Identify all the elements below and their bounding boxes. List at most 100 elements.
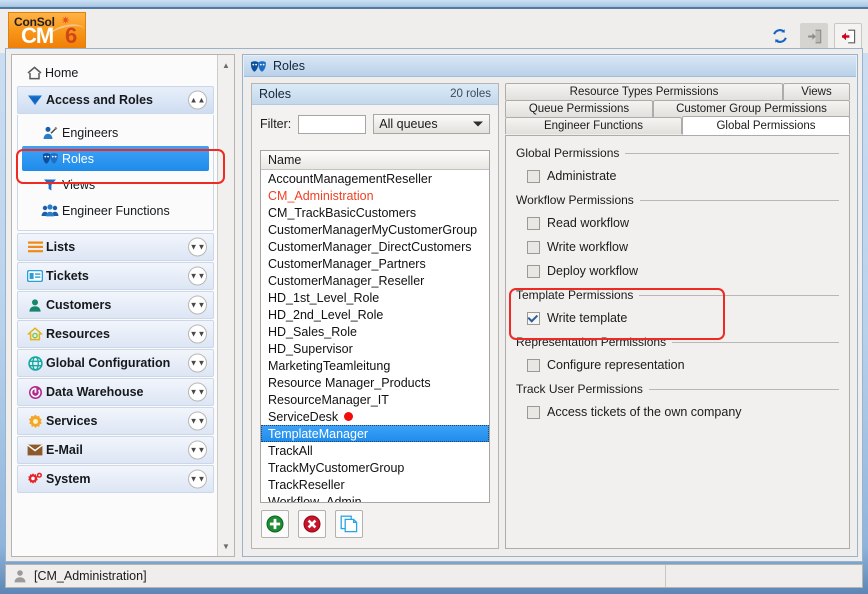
permission-checkbox-row[interactable]: Read workflow [527,216,839,230]
expand-icon[interactable]: ▼▼ [188,440,207,460]
queue-select-value: All queues [379,117,438,131]
permission-checkbox-row[interactable]: Deploy workflow [527,264,839,278]
role-name: ResourceManager_IT [268,392,389,407]
table-row[interactable]: ServiceDesk [261,408,489,425]
table-row[interactable]: CM_TrackBasicCustomers [261,204,489,221]
expand-icon[interactable]: ▼▼ [188,469,207,489]
table-row[interactable]: CustomerManager_DirectCustomers [261,238,489,255]
table-row[interactable]: AccountManagementReseller [261,170,489,187]
permission-group-title: Track User Permissions [516,382,643,396]
table-row[interactable]: Workflow_Admin [261,493,489,503]
sidebar-item-engineers[interactable]: Engineers [22,120,209,145]
tab-resource-types-permissions[interactable]: Resource Types Permissions [505,83,783,100]
checkbox[interactable] [527,264,540,278]
expand-icon[interactable]: ▼▼ [188,382,207,402]
expand-icon[interactable]: ▼▼ [188,237,207,257]
expand-icon[interactable]: ▼▼ [188,324,207,344]
permission-label: Deploy workflow [547,264,639,278]
divider [672,341,839,343]
delete-role-button[interactable] [298,510,326,538]
sidebar-group-tickets[interactable]: Tickets ▼▼ [17,262,214,290]
status-bar: [CM_Administration] [5,564,863,588]
status-bar-empty-segment [666,565,862,587]
enter-button [800,23,828,49]
refresh-icon [771,27,789,45]
tab-customer-group-permissions[interactable]: Customer Group Permissions [653,100,850,117]
table-row[interactable]: ResourceManager_IT [261,391,489,408]
tab-engineer-functions[interactable]: Engineer Functions [505,117,682,134]
sidebar-group-email[interactable]: E-Mail ▼▼ [17,436,214,464]
table-row[interactable]: TrackMyCustomerGroup [261,459,489,476]
tab-label: Views [801,86,832,98]
logout-button[interactable] [834,23,862,49]
table-row[interactable]: CustomerManagerMyCustomerGroup [261,221,489,238]
permission-checkbox-row[interactable]: Write template [527,311,839,325]
table-row[interactable]: MarketingTeamleitung [261,357,489,374]
checkbox[interactable] [527,311,540,325]
permission-checkbox-row[interactable]: Write workflow [527,240,839,254]
sidebar-item-engineer-functions[interactable]: Engineer Functions [22,198,209,223]
filter-input[interactable] [298,114,367,134]
tickets-icon [24,270,46,282]
checkbox[interactable] [527,216,540,230]
permission-sections-container: Global Permissions Administrate Workflow P… [516,146,839,419]
sidebar-group-services[interactable]: Services ▼▼ [17,407,214,435]
table-row[interactable]: Resource Manager_Products [261,374,489,391]
table-row[interactable]: HD_1st_Level_Role [261,289,489,306]
tab-global-permissions[interactable]: Global Permissions [682,116,850,135]
checkbox[interactable] [527,169,540,183]
table-row[interactable]: TrackAll [261,442,489,459]
sidebar-group-access-and-roles[interactable]: Access and Roles ▲▲ [17,86,214,114]
table-row[interactable]: TemplateManager [261,425,489,442]
expand-icon[interactable]: ▼▼ [188,295,207,315]
refresh-button[interactable] [766,23,794,49]
home-icon [23,65,45,80]
collapse-icon[interactable]: ▲▲ [188,90,207,110]
sidebar-group-system[interactable]: System ▼▼ [17,465,214,493]
tab-queue-permissions[interactable]: Queue Permissions [505,100,653,117]
checkbox[interactable] [527,358,540,372]
sidebar-group-global-configuration[interactable]: Global Configuration ▼▼ [17,349,214,377]
permission-checkbox-row[interactable]: Configure representation [527,358,839,372]
add-role-button[interactable] [261,510,289,538]
permission-group-title: Global Permissions [516,146,620,160]
sidebar-group-customers[interactable]: Customers ▼▼ [17,291,214,319]
sidebar-group-email-label: E-Mail [46,443,83,457]
checkbox[interactable] [527,405,540,419]
delete-circle-icon [303,515,321,533]
expand-icon[interactable]: ▼▼ [188,266,207,286]
roles-icon [38,152,62,165]
sidebar-group-resources[interactable]: Resources ▼▼ [17,320,214,348]
role-name: AccountManagementReseller [268,171,432,186]
table-row[interactable]: HD_2nd_Level_Role [261,306,489,323]
sidebar-group-lists[interactable]: Lists ▼▼ [17,233,214,261]
expand-icon[interactable]: ▼▼ [188,411,207,431]
scroll-up-icon[interactable]: ▲ [218,57,234,73]
permission-group-label: Representation Permissions [516,335,839,349]
table-row[interactable]: CM_Administration [261,187,489,204]
sidebar-group-data-warehouse[interactable]: Data Warehouse ▼▼ [17,378,214,406]
expand-icon[interactable]: ▼▼ [188,353,207,373]
main-panel-title: Roles [244,56,856,77]
tab-views[interactable]: Views [783,83,850,100]
table-row[interactable]: HD_Supervisor [261,340,489,357]
table-row[interactable]: CustomerManager_Reseller [261,272,489,289]
roles-listbox[interactable]: Name AccountManagementReseller CM_Adminis… [260,150,490,503]
copy-role-button[interactable] [335,510,363,538]
permission-checkbox-row[interactable]: Administrate [527,169,839,183]
scroll-down-icon[interactable]: ▼ [218,538,234,554]
queue-select[interactable]: All queues [373,114,490,134]
roles-filter-row: Filter: All queues [252,105,498,141]
sidebar-item-home[interactable]: Home [17,59,214,86]
table-row[interactable]: HD_Sales_Role [261,323,489,340]
permission-checkbox-row[interactable]: Access tickets of the own company [527,405,839,419]
system-icon [24,472,46,486]
table-row[interactable]: TrackReseller [261,476,489,493]
sidebar-item-views[interactable]: Views [22,172,209,197]
sidebar-item-roles[interactable]: Roles [22,146,209,171]
role-name: CM_Administration [268,188,374,203]
sidebar-scrollbar[interactable]: ▲ ▼ [217,55,234,556]
role-name: ServiceDesk [268,409,339,424]
table-row[interactable]: CustomerManager_Partners [261,255,489,272]
checkbox[interactable] [527,240,540,254]
